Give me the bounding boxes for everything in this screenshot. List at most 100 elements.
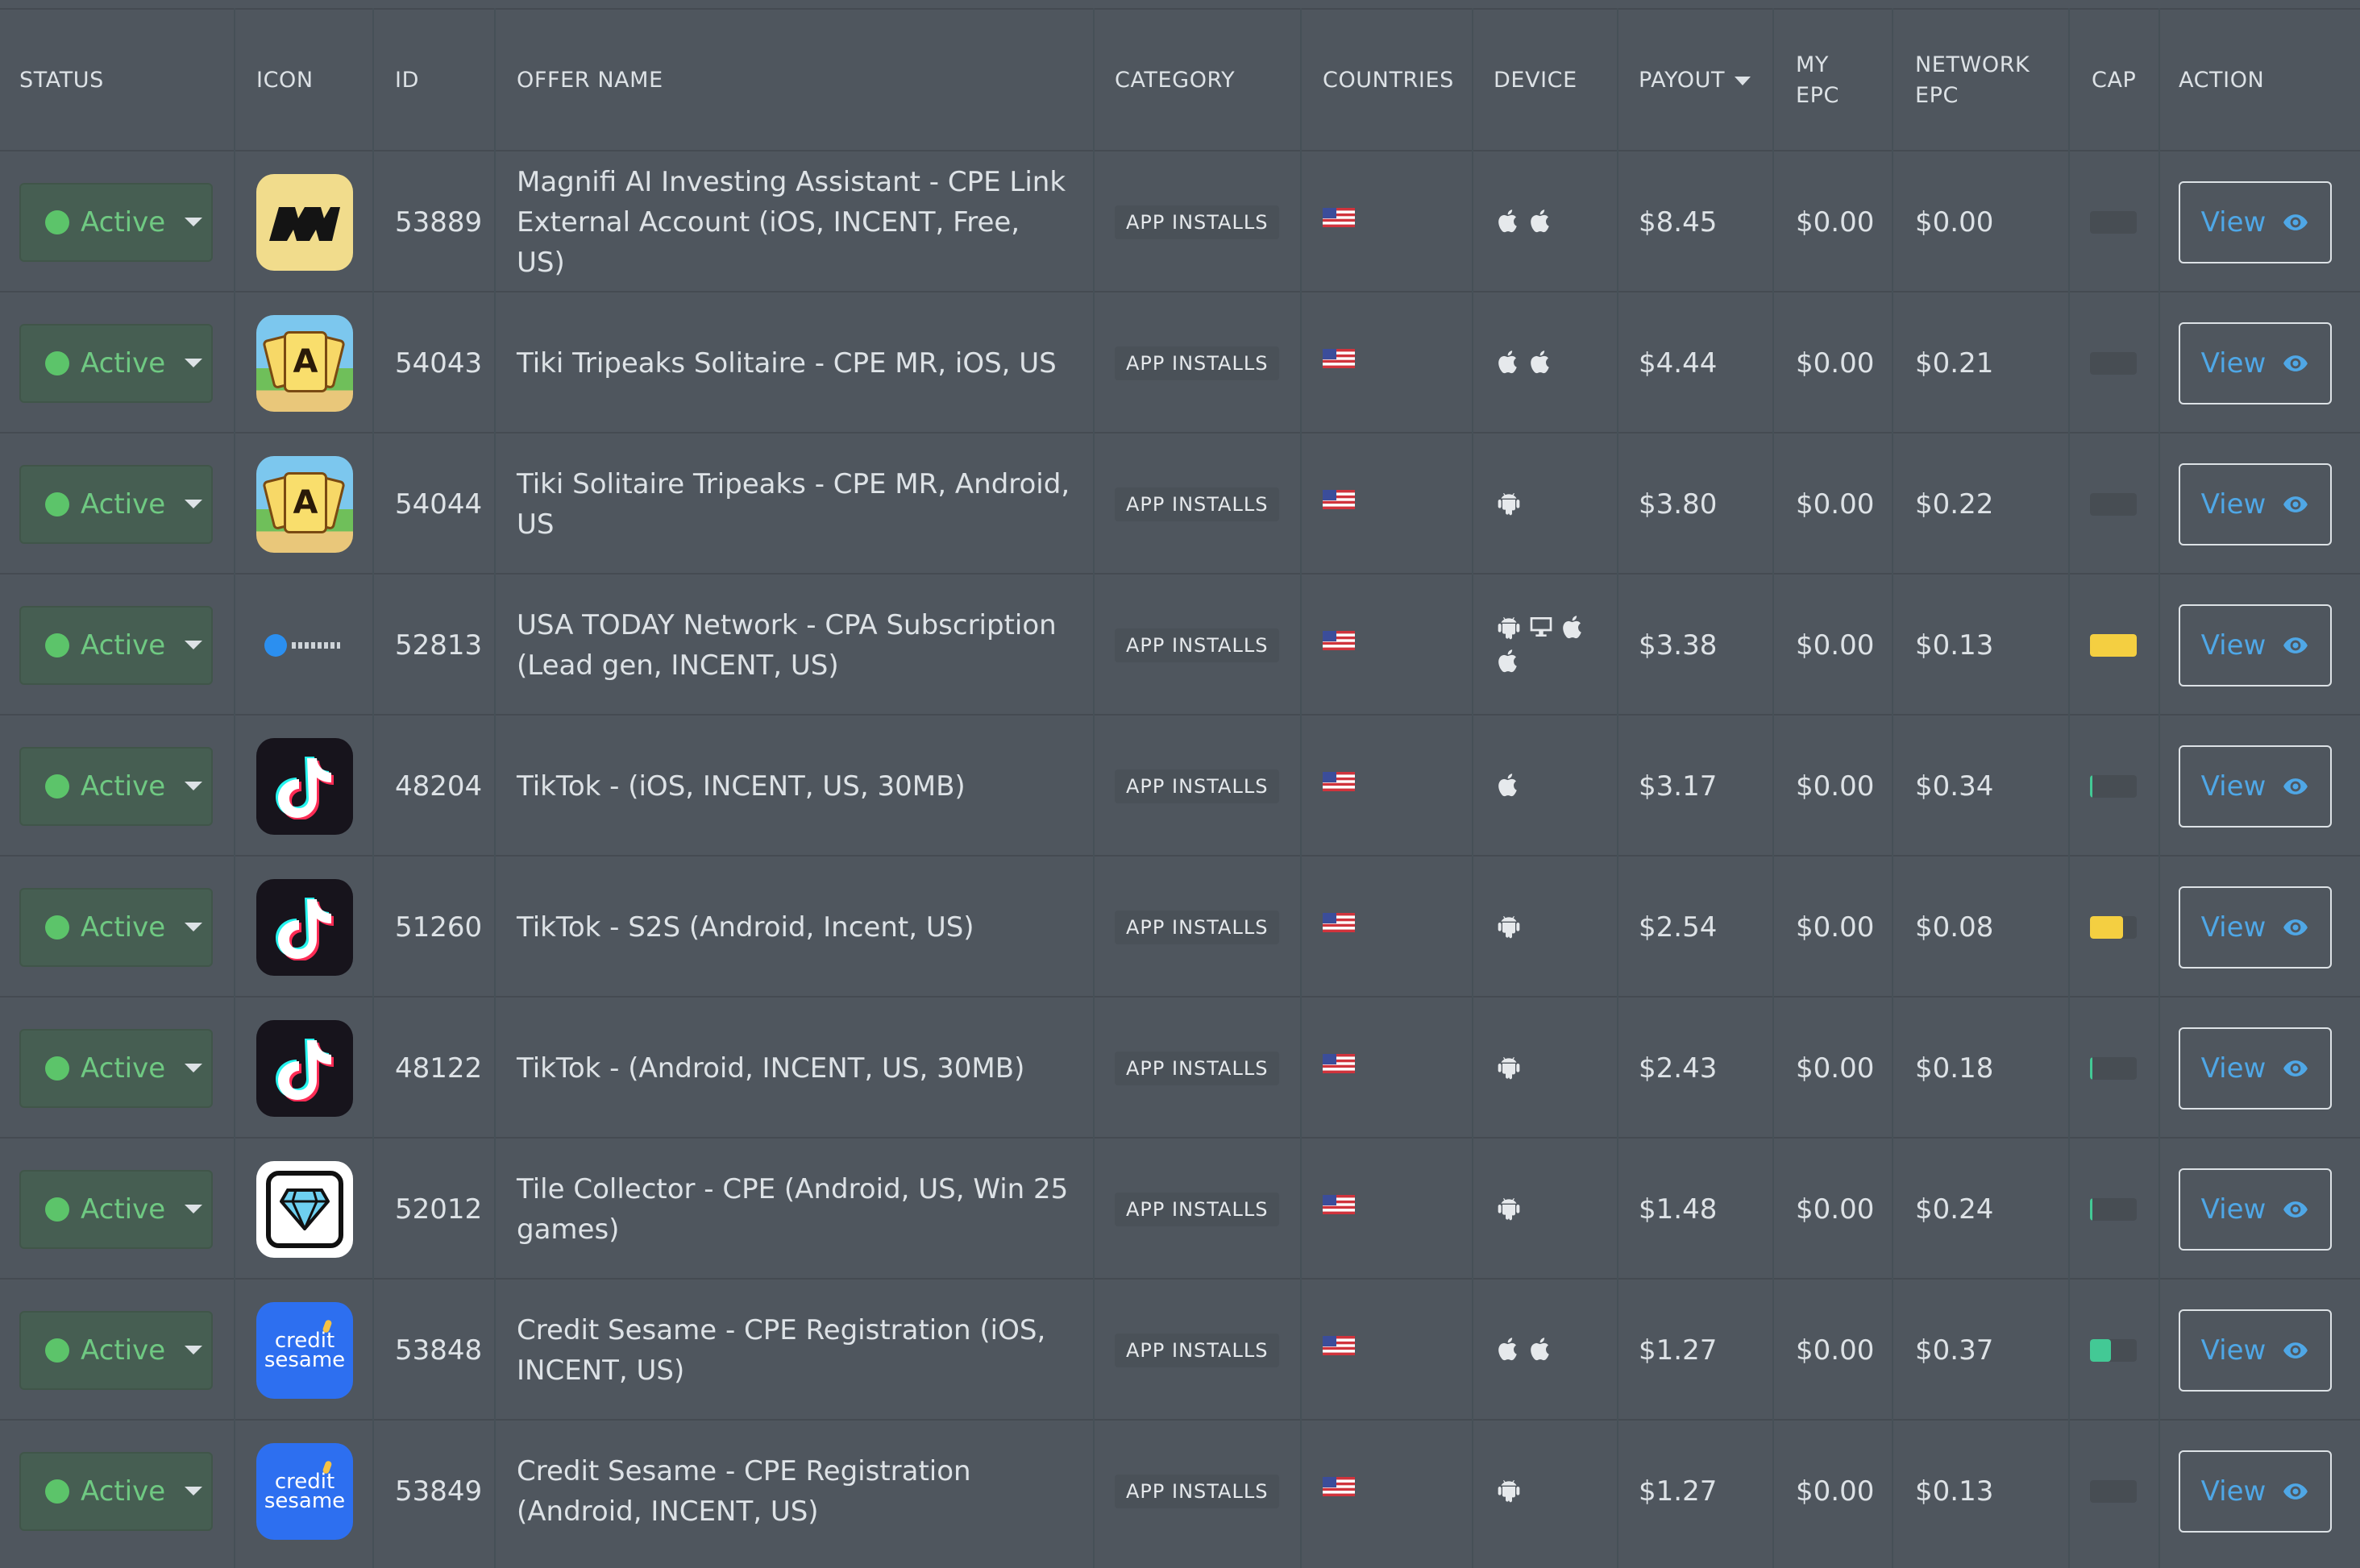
status-dropdown[interactable]: Active [19,1451,213,1531]
offer-id: 51260 [395,911,483,944]
column-divider [1617,8,1618,1568]
credit-sesame-icon: credit sesame [256,1301,353,1399]
chevron-down-icon [185,500,203,508]
view-button[interactable]: View [2179,1168,2332,1251]
cap-progress-bar [2090,1056,2137,1080]
view-button[interactable]: View [2179,180,2332,263]
network-epc-value: $0.00 [1915,205,1994,239]
eye-icon [2283,1483,2308,1500]
apple-icon [1496,208,1522,237]
view-button[interactable]: View [2179,1027,2332,1110]
column-divider [1892,8,1893,1568]
header-category[interactable]: CATEGORY [1115,10,1235,151]
view-button-label: View [2200,1475,2267,1508]
offer-name[interactable]: Magnifi AI Investing Assistant - CPE Lin… [517,151,1073,292]
header-payout[interactable]: PAYOUT [1639,10,1751,151]
view-button[interactable]: View [2179,463,2332,545]
offer-id: 53848 [395,1334,483,1367]
android-icon [1496,490,1522,519]
offer-name[interactable]: TikTok - (iOS, INCENT, US, 30MB) [517,716,1073,857]
payout-value: $8.45 [1639,205,1718,239]
status-dropdown[interactable]: Active [19,323,213,403]
status-label: Active [81,346,166,380]
android-icon [1496,913,1522,942]
status-dropdown[interactable]: Active [19,746,213,826]
header-offer-name[interactable]: OFFER NAME [517,10,663,151]
apple-icon [1528,349,1554,378]
my-epc-value: $0.00 [1796,1475,1875,1508]
table-row: Active credit sesame 53849 Credit Sesame … [0,1419,2360,1560]
credit-sesame-logo-text: credit [274,1469,335,1494]
device-list [1496,716,1601,857]
status-label: Active [81,769,166,803]
us-flag-icon [1323,771,1355,791]
offer-name[interactable]: Credit Sesame - CPE Registration (iOS, I… [517,1280,1073,1421]
view-button[interactable]: View [2179,321,2332,404]
status-dropdown[interactable]: Active [19,1169,213,1249]
payout-value: $4.44 [1639,346,1718,380]
header-status[interactable]: STATUS [19,10,104,151]
status-label: Active [81,1334,166,1367]
status-dropdown[interactable]: Active [19,464,213,544]
offer-name[interactable]: TikTok - S2S (Android, Incent, US) [517,857,1073,998]
view-button[interactable]: View [2179,604,2332,687]
offer-name[interactable]: Tiki Solitaire Tripeaks - CPE MR, Androi… [517,433,1073,575]
column-divider [1772,8,1774,1568]
network-epc-value: $0.18 [1915,1052,1994,1085]
view-button[interactable]: View [2179,745,2332,828]
view-button-label: View [2200,346,2267,380]
status-dropdown[interactable]: Active [19,887,213,967]
offer-name[interactable]: Tiki Tripeaks Solitaire - CPE MR, iOS, U… [517,292,1073,433]
us-flag-icon [1323,912,1355,932]
offer-name[interactable]: Tile Collector - CPE (Android, US, Win 2… [517,1139,1073,1280]
offer-id: 52813 [395,628,483,662]
eye-icon [2283,1201,2308,1217]
android-icon [1496,614,1522,643]
status-dropdown[interactable]: Active [19,1028,213,1108]
status-dropdown[interactable]: Active [19,182,213,262]
header-countries[interactable]: COUNTRIES [1323,10,1454,151]
network-epc-value: $0.08 [1915,911,1994,944]
offer-name[interactable]: TikTok - (Android, INCENT, US, 30MB) [517,998,1073,1139]
offer-id: 53889 [395,205,483,239]
view-button[interactable]: View [2179,1309,2332,1392]
offer-name[interactable]: Credit Sesame - CPE Registration (Androi… [517,1421,1073,1562]
us-flag-icon [1323,1335,1355,1355]
chevron-down-icon [185,1205,203,1213]
status-dropdown[interactable]: Active [19,1310,213,1390]
header-id[interactable]: ID [395,10,419,151]
header-my-epc[interactable]: MY EPC [1796,10,1860,151]
offer-id: 52012 [395,1193,483,1226]
cap-progress-bar [2090,492,2137,516]
my-epc-value: $0.00 [1796,1334,1875,1367]
view-button[interactable]: View [2179,886,2332,969]
status-dot-icon [45,774,69,799]
status-dot-icon [45,1338,69,1363]
view-button-label: View [2200,1334,2267,1367]
network-epc-value: $0.24 [1915,1193,1994,1226]
header-device[interactable]: DEVICE [1494,10,1577,151]
us-flag-icon [1323,1194,1355,1214]
view-button-label: View [2200,1193,2267,1226]
network-epc-value: $0.34 [1915,769,1994,803]
device-list [1496,292,1601,433]
eye-icon [2283,496,2308,512]
usa-today-icon [256,597,353,694]
chevron-down-icon [185,218,203,226]
status-dropdown[interactable]: Active [19,605,213,685]
apple-icon [1528,1336,1554,1365]
view-button[interactable]: View [2179,1450,2332,1533]
chevron-down-icon [185,782,203,790]
apple-icon [1528,208,1554,237]
header-network-epc[interactable]: NETWORK EPC [1915,10,2052,151]
offer-name[interactable]: USA TODAY Network - CPA Subscription (Le… [517,575,1073,716]
header-cap[interactable]: CAP [2092,10,2136,151]
cap-progress-fill [2090,774,2093,798]
table-row: Active 52012 Tile Collector - CPE (Andro… [0,1137,2360,1278]
my-epc-value: $0.00 [1796,911,1875,944]
status-label: Active [81,1052,166,1085]
category-badge: APP INSTALLS [1115,1333,1280,1367]
header-payout-label: PAYOUT [1639,68,1726,93]
payout-value: $1.27 [1639,1475,1718,1508]
tiki-solitaire-icon: A [256,314,353,412]
